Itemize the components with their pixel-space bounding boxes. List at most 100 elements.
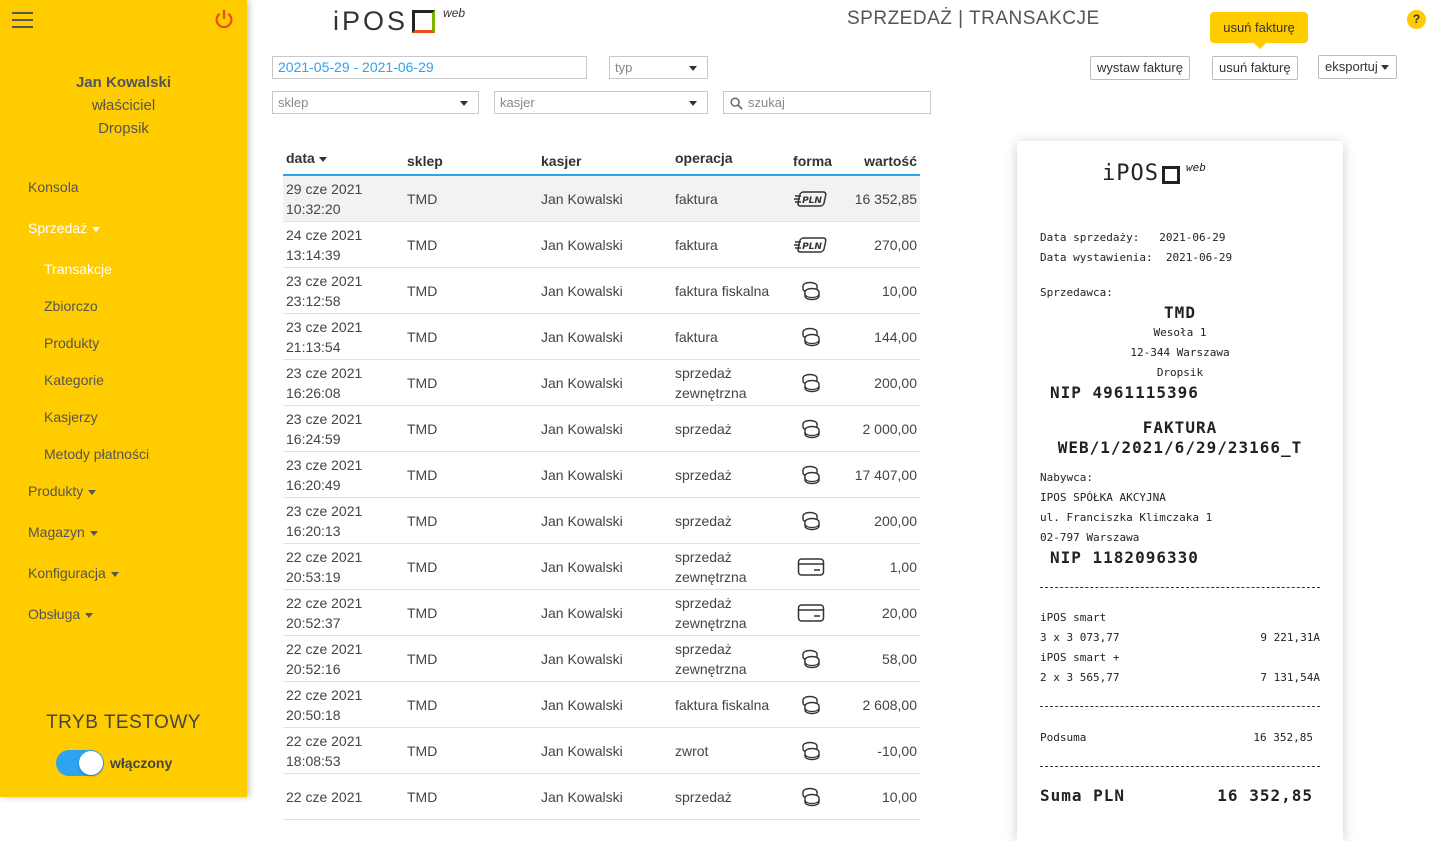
shop-select[interactable]: sklep <box>272 91 479 114</box>
column-header-form[interactable]: forma <box>782 148 840 174</box>
sidebar-item-kasjerzy[interactable]: Kasjerzy <box>0 407 247 444</box>
table-header: data sklep kasjer operacja forma wartość <box>283 148 920 176</box>
cell-operation-line-2: zewnętrzna <box>675 384 747 401</box>
cell-operation: sprzedaż zewnętrzna <box>672 639 782 679</box>
test-mode-toggle[interactable] <box>56 750 104 776</box>
cell-shop: TMD <box>407 236 438 253</box>
menu-icon[interactable] <box>12 12 33 28</box>
cell-cashier: Jan Kowalski <box>541 512 623 529</box>
column-header-shop[interactable]: sklep <box>404 148 538 174</box>
cell-value: 200,00 <box>874 512 917 529</box>
sale-date: 2021-06-29 <box>1159 231 1226 244</box>
table-row[interactable]: 22 cze 2021 20:50:18 TMD Jan Kowalski faktur… <box>283 682 920 728</box>
table-row[interactable]: 23 cze 2021 16:26:08 TMD Jan Kowalski sprzed… <box>283 360 920 406</box>
search-input[interactable]: szukaj <box>723 91 931 114</box>
cell-shop: TMD <box>407 374 438 391</box>
buyer-name: IPOS SPÓŁKA AKCYJNA <box>1040 491 1166 504</box>
sidebar-item-metody-platnosci[interactable]: Metody płatności <box>0 444 247 481</box>
table-row[interactable]: 23 cze 2021 23:12:58 TMD Jan Kowalski faktur… <box>283 268 920 314</box>
cell-operation-line-1: sprzedaż <box>675 640 732 657</box>
table-row[interactable]: 22 cze 2021 18:08:53 TMD Jan Kowalski zwrot -… <box>283 728 920 774</box>
cell-date: 22 cze 2021 20:52:37 <box>283 593 404 633</box>
cell-operation: faktura <box>672 327 782 347</box>
table-row[interactable]: 22 cze 2021 20:52:16 TMD Jan Kowalski sprzed… <box>283 636 920 682</box>
shop-select-placeholder: sklep <box>278 95 309 110</box>
table-row[interactable]: 22 cze 2021 20:53:19 TMD Jan Kowalski sprzed… <box>283 544 920 590</box>
column-header-cashier[interactable]: kasjer <box>538 148 672 174</box>
sidebar-item-magazyn[interactable]: Magazyn <box>0 522 247 563</box>
cell-operation: sprzedaż zewnętrzna <box>672 593 782 633</box>
seller-address-3: Dropsik <box>1156 366 1204 379</box>
sidebar-item-transakcje[interactable]: Transakcje <box>0 259 247 296</box>
sidebar-item-obsluga[interactable]: Obsługa <box>0 604 247 645</box>
cashier-select[interactable]: kasjer <box>494 91 708 114</box>
test-mode-label: TRYB TESTOWY <box>46 712 201 733</box>
svg-text:PLN: PLN <box>802 242 822 252</box>
sidebar-item-kategorie[interactable]: Kategorie <box>0 370 247 407</box>
cell-date-time: 20:52:37 <box>286 614 341 631</box>
svg-text:PLN: PLN <box>802 196 822 206</box>
table-row[interactable]: 29 cze 2021 10:32:20 TMD Jan Kowalski faktur… <box>283 176 920 222</box>
sidebar-item-label: Konfiguracja <box>28 565 106 581</box>
caret-down-icon <box>92 226 101 232</box>
table-row[interactable]: 23 cze 2021 16:20:13 TMD Jan Kowalski sprzed… <box>283 498 920 544</box>
export-button[interactable]: eksportuj <box>1318 55 1397 79</box>
cell-cashier: Jan Kowalski <box>541 190 623 207</box>
seller-address-2: 12-344 Warszawa <box>1130 346 1230 359</box>
cell-date: 23 cze 2021 16:24:59 <box>283 409 404 449</box>
table-row[interactable]: 23 cze 2021 21:13:54 TMD Jan Kowalski faktur… <box>283 314 920 360</box>
buyer-address-2: 02-797 Warszawa <box>1040 531 1140 544</box>
column-header-value[interactable]: wartość <box>840 148 920 174</box>
sidebar-item-konsola[interactable]: Konsola <box>0 177 247 218</box>
sidebar-item-zbiorczo[interactable]: Zbiorczo <box>0 296 247 333</box>
delete-invoice-button[interactable]: usuń fakturę <box>1212 56 1298 80</box>
column-header-operation[interactable]: operacja <box>672 148 782 174</box>
cell-date-day: 22 cze 2021 <box>286 548 363 565</box>
cell-operation-line-1: faktura <box>675 236 718 253</box>
sidebar-item-produkty-sub[interactable]: Produkty <box>0 333 247 370</box>
cell-date: 22 cze 2021 18:08:53 <box>283 731 404 771</box>
receipt-logo-text: iPOS <box>1102 161 1159 186</box>
divider <box>1040 587 1320 588</box>
cell-date-time: 13:14:39 <box>286 246 341 263</box>
coins-icon <box>782 326 840 348</box>
cell-operation-line-1: sprzedaż <box>675 512 732 529</box>
cell-operation: faktura fiskalna <box>672 695 782 715</box>
type-select[interactable]: typ <box>609 56 708 79</box>
cell-date-time: 20:50:18 <box>286 706 341 723</box>
cell-date: 23 cze 2021 16:20:49 <box>283 455 404 495</box>
sidebar-item-konfiguracja[interactable]: Konfiguracja <box>0 563 247 604</box>
table-row[interactable]: 24 cze 2021 13:14:39 TMD Jan Kowalski faktur… <box>283 222 920 268</box>
cell-operation-line-1: faktura <box>675 190 718 207</box>
column-header-date[interactable]: data <box>283 148 404 174</box>
cell-cashier: Jan Kowalski <box>541 696 623 713</box>
cell-operation-line-1: sprzedaż <box>675 364 732 381</box>
transfer-pln-icon: PLN <box>782 189 840 209</box>
cell-operation: sprzedaż <box>672 419 782 439</box>
table-row[interactable]: 22 cze 2021 TMD Jan Kowalski sprzedaż 10,00 <box>283 774 920 820</box>
buyer-nip: NIP 1182096330 <box>1050 548 1199 567</box>
power-icon[interactable] <box>213 8 235 30</box>
logo-square-icon <box>1161 166 1180 184</box>
issue-invoice-button[interactable]: wystaw fakturę <box>1090 56 1190 80</box>
cell-date-day: 23 cze 2021 <box>286 272 363 289</box>
logo-web: web <box>443 6 466 20</box>
sidebar-item-label: Produkty <box>28 483 84 499</box>
app-logo: iPOS web <box>333 6 465 37</box>
table-row[interactable]: 23 cze 2021 16:24:59 TMD Jan Kowalski sprzed… <box>283 406 920 452</box>
table-row[interactable]: 23 cze 2021 16:20:49 TMD Jan Kowalski sprzed… <box>283 452 920 498</box>
sidebar-item-sprzedaz[interactable]: Sprzedaż <box>0 218 247 259</box>
cell-value: 17 407,00 <box>854 466 917 483</box>
search-icon <box>730 97 743 110</box>
cell-operation-line-1: sprzedaż <box>675 594 732 611</box>
help-icon[interactable]: ? <box>1407 10 1426 29</box>
sidebar-item-label: Obsługa <box>28 606 81 622</box>
coins-icon <box>782 280 840 302</box>
cell-shop: TMD <box>407 328 438 345</box>
table-row[interactable]: 22 cze 2021 20:52:37 TMD Jan Kowalski sprzed… <box>283 590 920 636</box>
date-range-input[interactable]: 2021-05-29 - 2021-06-29 <box>272 56 587 79</box>
sidebar-item-produkty[interactable]: Produkty <box>0 481 247 522</box>
total-label: Suma PLN <box>1040 786 1126 805</box>
divider <box>1040 766 1320 767</box>
cell-cashier: Jan Kowalski <box>541 282 623 299</box>
